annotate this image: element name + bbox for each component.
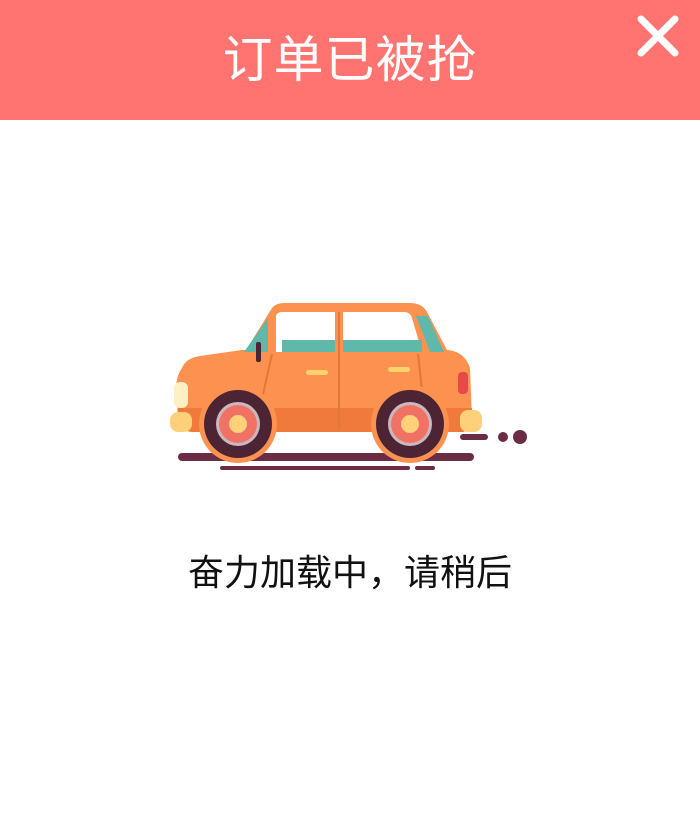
dialog-header: 订单已被抢 [0,0,700,120]
dialog-title: 订单已被抢 [222,31,478,89]
car-icon [170,303,527,470]
close-button[interactable] [632,10,684,62]
close-icon [637,15,679,57]
car-illustration [160,290,540,480]
loading-message: 奋力加载中，请稍后 [187,553,512,594]
order-taken-dialog: 订单已被抢 奋力加载中，请稍后 [0,0,700,824]
